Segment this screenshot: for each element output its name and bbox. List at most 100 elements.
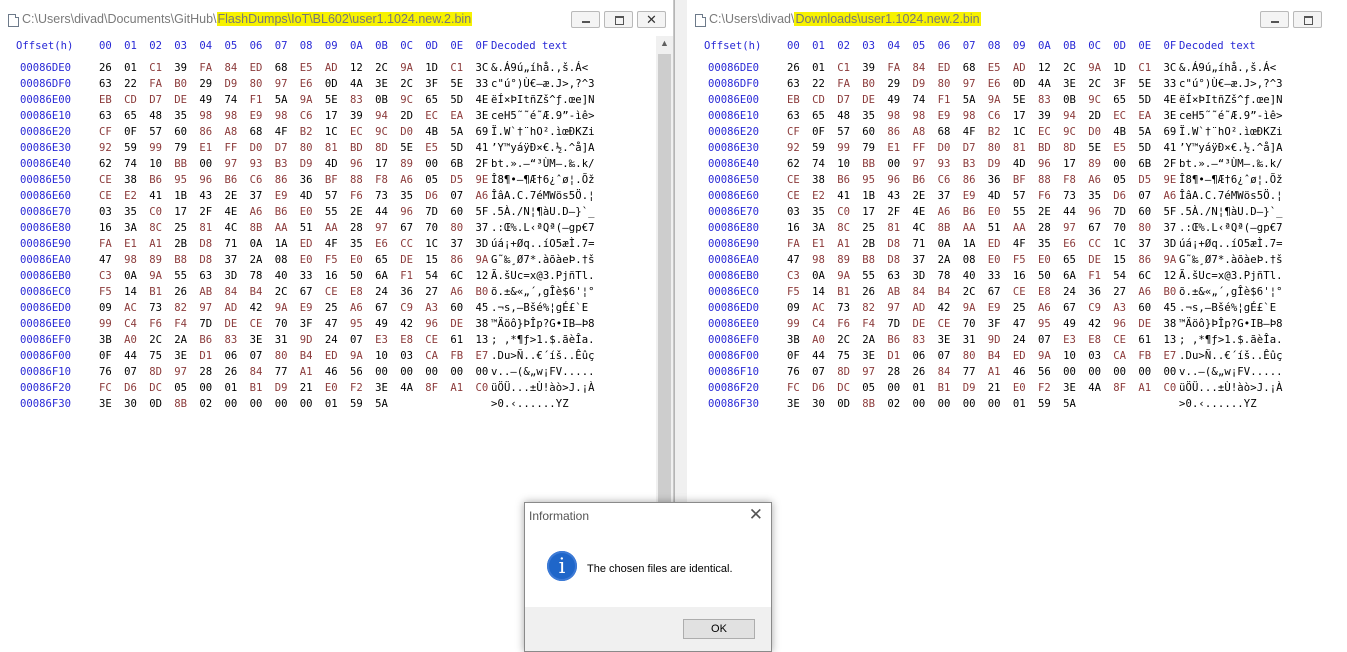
- hex-byte[interactable]: F6: [149, 318, 162, 330]
- hex-byte[interactable]: D8: [887, 254, 900, 266]
- hex-byte[interactable]: 4E: [913, 206, 926, 218]
- decoded-text[interactable]: Ã.šUc=x@3.PjñTl.: [491, 270, 595, 282]
- hex-byte[interactable]: E1: [199, 142, 212, 154]
- hex-byte[interactable]: 0F: [812, 126, 825, 138]
- hex-byte[interactable]: 3B: [99, 334, 112, 346]
- hex-byte[interactable]: 1A: [275, 238, 288, 250]
- hex-byte[interactable]: CA: [1113, 350, 1126, 362]
- hex-byte[interactable]: 5A: [1138, 126, 1151, 138]
- hex-byte[interactable]: 4F: [1013, 238, 1026, 250]
- hex-byte[interactable]: 97: [225, 158, 238, 170]
- hex-byte[interactable]: 45: [1164, 302, 1177, 314]
- hex-byte[interactable]: 01: [1013, 398, 1026, 410]
- hex-row[interactable]: 00086EB0 C3 0A 9A 55 63 3D 78 40 33 16 50 6A F1 54 6C 12…: [0, 270, 673, 286]
- hex-byte[interactable]: C1: [450, 62, 463, 74]
- hex-byte[interactable]: CD: [812, 94, 825, 106]
- decoded-text[interactable]: ’Y™yáÿÐ×€.½.^å]A: [1179, 142, 1283, 154]
- hex-byte[interactable]: 49: [1063, 318, 1076, 330]
- hex-byte[interactable]: 73: [149, 302, 162, 314]
- hex-byte[interactable]: D0: [1088, 126, 1101, 138]
- hex-byte[interactable]: 96: [1038, 158, 1051, 170]
- hex-byte[interactable]: BD: [350, 142, 363, 154]
- hex-byte[interactable]: 41: [149, 190, 162, 202]
- hex-byte[interactable]: 41: [476, 142, 489, 154]
- hex-byte[interactable]: E8: [350, 286, 363, 298]
- hex-byte[interactable]: AD: [325, 62, 338, 74]
- hex-byte[interactable]: E6: [300, 78, 313, 90]
- hex-byte[interactable]: D6: [124, 382, 137, 394]
- hex-byte[interactable]: 5A: [450, 126, 463, 138]
- hex-byte[interactable]: 8D: [149, 366, 162, 378]
- hex-byte[interactable]: 4D: [325, 158, 338, 170]
- hex-byte[interactable]: 05: [425, 174, 438, 186]
- hex-byte[interactable]: 00: [375, 366, 388, 378]
- hex-byte[interactable]: 1C: [1013, 126, 1026, 138]
- hex-byte[interactable]: 31: [963, 334, 976, 346]
- hex-byte[interactable]: 92: [787, 142, 800, 154]
- hex-byte[interactable]: A3: [425, 302, 438, 314]
- hex-byte[interactable]: C6: [300, 110, 313, 122]
- right-hex-view[interactable]: Offset(h) 00 01 02 03 04 05 06 07 08 09 0A 0B 0C 0D 0E 0…: [687, 36, 1347, 648]
- hex-byte[interactable]: EA: [450, 110, 463, 122]
- hex-byte[interactable]: D7: [963, 142, 976, 154]
- hex-byte[interactable]: 89: [1088, 158, 1101, 170]
- hex-byte[interactable]: 26: [174, 286, 187, 298]
- hex-byte[interactable]: 51: [988, 222, 1001, 234]
- hex-byte[interactable]: 42: [938, 302, 951, 314]
- hex-byte[interactable]: 00: [1113, 366, 1126, 378]
- hex-byte[interactable]: 7D: [887, 318, 900, 330]
- hex-byte[interactable]: E9: [963, 190, 976, 202]
- hex-byte[interactable]: 0A: [250, 238, 263, 250]
- decoded-text[interactable]: Ï.W`†¨hO².ìœÐKZi: [491, 126, 595, 138]
- hex-byte[interactable]: A6: [938, 206, 951, 218]
- hex-byte[interactable]: B0: [476, 286, 489, 298]
- hex-byte[interactable]: A1: [300, 366, 313, 378]
- hex-row[interactable]: 00086E80 16 3A 8C 25 81 4C 8B AA 51 AA 28 97 67 70 80 37…: [0, 222, 673, 238]
- hex-byte[interactable]: 00: [938, 398, 951, 410]
- hex-byte[interactable]: A1: [1138, 382, 1151, 394]
- hex-byte[interactable]: ED: [325, 350, 338, 362]
- hex-byte[interactable]: D5: [1138, 174, 1151, 186]
- hex-byte[interactable]: 1D: [1113, 62, 1126, 74]
- hex-byte[interactable]: 8D: [375, 142, 388, 154]
- hex-byte[interactable]: B1: [837, 286, 850, 298]
- hex-byte[interactable]: 37: [1138, 238, 1151, 250]
- hex-byte[interactable]: C3: [99, 270, 112, 282]
- hex-byte[interactable]: 62: [99, 158, 112, 170]
- hex-byte[interactable]: 2F: [887, 206, 900, 218]
- hex-byte[interactable]: EC: [425, 110, 438, 122]
- hex-byte[interactable]: 3E: [938, 334, 951, 346]
- hex-byte[interactable]: E9: [300, 302, 313, 314]
- hex-byte[interactable]: 76: [787, 366, 800, 378]
- hex-byte[interactable]: 86: [450, 254, 463, 266]
- hex-row[interactable]: 00086E00 EB CD D7 DE 49 74 F1 5A 9A 5E 83 0B 9C 65 5D 4E…: [0, 94, 673, 110]
- hex-byte[interactable]: 65: [1113, 94, 1126, 106]
- hex-byte[interactable]: 9A: [1088, 62, 1101, 74]
- hex-byte[interactable]: 16: [787, 222, 800, 234]
- hex-row[interactable]: 00086DE0 26 01 C1 39 FA 84 ED 68 E5 AD 12 2C 9A 1D C1 3C…: [0, 62, 673, 78]
- hex-byte[interactable]: 3E: [1063, 382, 1076, 394]
- hex-row[interactable]: 00086F00 0F 44 75 3E D1 06 07 80 B4 ED 9A 10 03 CA FB E7…: [0, 350, 673, 366]
- hex-byte[interactable]: 70: [1113, 222, 1126, 234]
- hex-byte[interactable]: A6: [450, 286, 463, 298]
- hex-byte[interactable]: 01: [913, 382, 926, 394]
- hex-byte[interactable]: F1: [1088, 270, 1101, 282]
- hex-byte[interactable]: 86: [275, 174, 288, 186]
- decoded-text[interactable]: õ.±&«„´,gÎè$6'¦°: [491, 286, 595, 298]
- hex-byte[interactable]: 5F: [476, 206, 489, 218]
- hex-row[interactable]: 00086F20 FC D6 DC 05 00 01 B1 D9 21 E0 F2 3E 4A 8F A1 C0…: [687, 382, 1347, 398]
- hex-byte[interactable]: E5: [300, 62, 313, 74]
- hex-byte[interactable]: 60: [450, 206, 463, 218]
- hex-byte[interactable]: 17: [1063, 158, 1076, 170]
- hex-byte[interactable]: 96: [350, 158, 363, 170]
- hex-byte[interactable]: 96: [1088, 206, 1101, 218]
- hex-byte[interactable]: 3F: [988, 318, 1001, 330]
- hex-byte[interactable]: 00: [1113, 158, 1126, 170]
- hex-byte[interactable]: EA: [1138, 110, 1151, 122]
- hex-byte[interactable]: 8C: [837, 222, 850, 234]
- hex-byte[interactable]: 00: [199, 382, 212, 394]
- hex-byte[interactable]: 2E: [913, 190, 926, 202]
- hex-byte[interactable]: A6: [1088, 174, 1101, 186]
- hex-byte[interactable]: 77: [275, 366, 288, 378]
- hex-byte[interactable]: 8B: [862, 398, 875, 410]
